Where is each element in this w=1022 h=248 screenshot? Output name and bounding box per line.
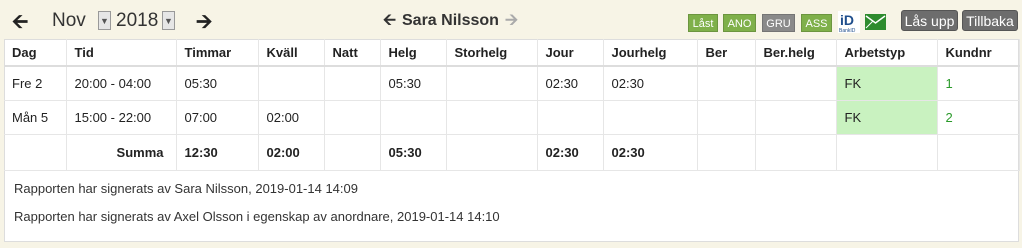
table-row: Mån 5 15:00 - 22:00 07:00 02:00 FK 2 (4, 100, 1020, 135)
employee-name: Sara Nilsson (402, 12, 499, 29)
cell-natt (324, 100, 381, 135)
employee-navigator: 🡨 Sara Nilsson 🡪 (383, 9, 518, 36)
col-header-kundnr: Kundnr (937, 39, 1020, 67)
badge-gru[interactable]: GRU (762, 14, 795, 32)
month-dropdown-toggle[interactable]: ▼ (98, 11, 111, 30)
col-header-natt: Natt (324, 39, 381, 67)
col-header-ber: Ber (697, 39, 756, 67)
sum-jourhelg: 02:30 (603, 134, 698, 171)
col-header-arbetstyp: Arbetstyp (836, 39, 938, 67)
sum-ber (697, 134, 756, 171)
sum-cell-dag (4, 134, 67, 171)
badge-ano[interactable]: ANO (723, 14, 756, 32)
sum-jour: 02:30 (537, 134, 604, 171)
sum-arbetstyp (836, 134, 938, 171)
cell-kvall: 02:00 (258, 100, 325, 135)
cell-kvall (258, 66, 325, 101)
cell-helg (380, 100, 447, 135)
col-header-timmar: Timmar (176, 39, 259, 67)
cell-storhelg (446, 100, 538, 135)
unlock-button[interactable]: Lås upp (901, 10, 958, 31)
summary-row: Summa 12:30 02:00 05:30 02:30 02:30 (4, 134, 1020, 171)
cell-kundnr: 2 (937, 100, 1020, 135)
sum-kvall: 02:00 (258, 134, 325, 171)
bankid-icon: iD BankID (838, 11, 860, 33)
cell-berhelg (755, 66, 837, 101)
cell-dag: Mån 5 (4, 100, 67, 135)
cell-timmar: 05:30 (176, 66, 259, 101)
back-button[interactable]: Tillbaka (962, 10, 1018, 31)
next-employee-arrow-icon[interactable]: 🡪 (505, 12, 518, 29)
badge-ass[interactable]: ASS (801, 14, 832, 32)
year-select[interactable]: 2018 (116, 10, 158, 32)
next-month-arrow-icon[interactable]: 🡪 (196, 12, 212, 32)
cell-jour (537, 100, 604, 135)
top-toolbar: 🡨 Nov ▼ 2018 ▼ 🡪 🡨 Sara Nilsson 🡪 Låst ANO… (0, 0, 1022, 40)
year-dropdown-toggle[interactable]: ▼ (162, 11, 175, 30)
timesheet-table: Dag Tid Timmar Kväll Natt Helg Storhelg … (4, 39, 1020, 171)
cell-tid: 15:00 - 22:00 (66, 100, 177, 135)
sum-label: Summa (66, 134, 177, 171)
cell-timmar: 07:00 (176, 100, 259, 135)
col-header-jour: Jour (537, 39, 604, 67)
cell-jourhelg: 02:30 (603, 66, 698, 101)
cell-berhelg (755, 100, 837, 135)
month-select[interactable]: Nov (52, 10, 86, 32)
cell-jourhelg (603, 100, 698, 135)
badge-locked[interactable]: Låst (688, 14, 718, 32)
col-header-kvall: Kväll (258, 39, 325, 67)
col-header-tid: Tid (66, 39, 177, 67)
cell-natt (324, 66, 381, 101)
svg-text:iD: iD (840, 12, 854, 28)
cell-jour: 02:30 (537, 66, 604, 101)
cell-ber (697, 66, 756, 101)
cell-arbetstyp: FK (836, 100, 938, 135)
col-header-jourhelg: Jourhelg (603, 39, 698, 67)
prev-employee-arrow-icon[interactable]: 🡨 (383, 12, 396, 29)
cell-arbetstyp: FK (836, 66, 938, 101)
cell-storhelg (446, 66, 538, 101)
sum-timmar: 12:30 (176, 134, 259, 171)
cell-helg: 05:30 (380, 66, 447, 101)
cell-kundnr: 1 (937, 66, 1020, 101)
table-row: Fre 2 20:00 - 04:00 05:30 05:30 02:30 02… (4, 66, 1020, 101)
cell-dag: Fre 2 (4, 66, 67, 101)
signature-line: Rapporten har signerats av Sara Nilsson,… (14, 181, 358, 196)
sum-storhelg (446, 134, 538, 171)
sum-helg: 05:30 (380, 134, 447, 171)
prev-month-arrow-icon[interactable]: 🡨 (12, 12, 28, 32)
signature-line: Rapporten har signerats av Axel Olsson i… (14, 209, 500, 224)
col-header-storhelg: Storhelg (446, 39, 538, 67)
col-header-dag: Dag (4, 39, 67, 67)
sum-natt (324, 134, 381, 171)
cell-ber (697, 100, 756, 135)
mail-icon[interactable] (865, 14, 886, 30)
table-header-row: Dag Tid Timmar Kväll Natt Helg Storhelg … (4, 39, 1020, 67)
svg-text:BankID: BankID (839, 28, 856, 33)
col-header-helg: Helg (380, 39, 447, 67)
cell-tid: 20:00 - 04:00 (66, 66, 177, 101)
sum-kundnr (937, 134, 1020, 171)
col-header-berhelg: Ber.helg (755, 39, 837, 67)
sum-berhelg (755, 134, 837, 171)
